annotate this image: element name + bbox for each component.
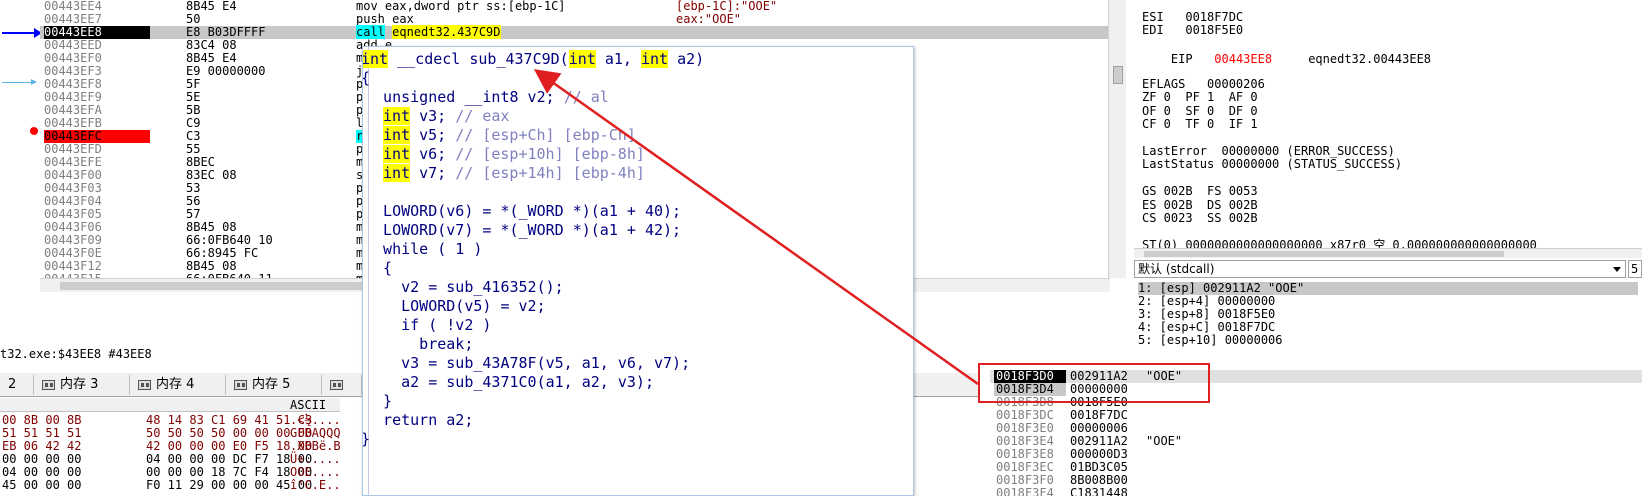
code-line-call-43a78f: v3 = sub_43A78F(v5, a1, v6, v7); [365,354,691,372]
gutter-digit: 6 [362,239,363,254]
tab-label: 2 [8,377,17,392]
register-line[interactable]: OF 0 SF 0 DF 0 [1142,104,1258,118]
decl-v6: int v6; // [esp+10h] [ebp-8h] [383,145,645,163]
dump-ascii: î'C.E... [290,478,340,492]
stack-comment: "OOE" [1146,434,1183,448]
register-line[interactable]: EDI 0018F5E0 [1142,23,1243,37]
decl-v3: int v3; // eax [383,107,510,125]
code-line-break: break; [365,335,474,353]
register-line[interactable]: ZF 0 PF 1 AF 0 [1142,90,1258,104]
disasm-vertical-scrollbar[interactable] [1108,0,1126,278]
register-line[interactable]: LastError 00000000 (ERROR_SUCCESS) [1142,144,1395,158]
gutter-digit: 0 [362,391,363,406]
tab-memory-4[interactable]: 内存 4 [130,375,226,395]
code-line-return: return a2; [365,411,474,429]
code-line-call-416352: v2 = sub_416352(); [365,278,564,296]
function-signature: int __cdecl sub_437C9D(int a1, int a2) [362,50,705,68]
tab-memory-3[interactable]: 内存 3 [34,375,130,395]
breakpoint-dot-icon[interactable] [30,127,38,135]
dump-hexa: 45 00 00 00 [2,478,82,492]
code-line-loword-v6: LOWORD(v6) = *(_WORD *)(a1 + 40); [365,202,682,220]
ascii-column-header: ASCII [290,398,327,412]
annotation-highlight-box [978,363,1210,403]
register-line[interactable]: ESI 0018F7DC [1142,10,1243,24]
code-line-if: if ( !v2 ) [365,316,492,334]
dump-row[interactable]: 45 00 00 00 F0 11 29 00 00 00 45 00 î'C.E.… [0,479,340,492]
open-brace: { [363,68,911,88]
gutter-digit: 8 [362,315,363,330]
decl-v5: int v5; // [esp+Ch] [ebp-Ch] [383,126,636,144]
calling-convention-value: 默认 (stdcall) [1138,262,1215,276]
decl-v7: int v7; // [esp+14h] [ebp-4h] [383,164,645,182]
call-stack-args: 1: [esp] 002911A2 "OOE" 2: [esp+4] 00000… [1134,280,1642,350]
memory-dump-view[interactable]: 00 8B 00 8B 48 14 83 C1 69 41 51 C3 .<½...… [0,398,340,496]
eip-register-row[interactable]: EIP 00443EE8 eqnedt32.00443EE8 [1142,38,1431,80]
tab-label: 内存 4 [156,377,195,392]
memory-icon [138,380,151,390]
gutter-digit: 4 [362,163,363,178]
gutter-digit: 9 [362,353,363,368]
stack-row[interactable]: 0018F3F4 C1831448 [990,487,1642,496]
stack-value: C1831448 [1070,486,1128,496]
code-line-close-brace: } [365,392,393,410]
register-line[interactable]: LastStatus 00000000 (STATUS_SUCCESS) [1142,157,1402,171]
disasm-row[interactable]: 00443EE4 8B45 E4 mov eax,dword ptr ss:[ebp… [40,0,1110,13]
tab-watch[interactable] [322,375,362,395]
stack-arg-5[interactable]: 5: [esp+10] 00000006 [1138,334,1283,347]
calling-convention-select[interactable]: 默认 (stdcall) [1134,260,1626,278]
chevron-down-icon [1613,267,1621,272]
jump-target-arrow-icon [2,79,37,85]
eip-arrow-icon [2,28,42,38]
memory-icon [234,380,247,390]
gutter-digit: 2 [362,87,363,102]
memory-icon [42,380,55,390]
decompiler-popup[interactable]: 1234567890 int __cdecl sub_437C9D(int a1… [362,46,914,496]
code-line-loword-v7: LOWORD(v7) = *(_WORD *)(a1 + 42); [365,221,682,239]
stack-addr: 0018F3F4 [996,486,1054,496]
register-line[interactable]: CF 0 TF 0 IF 1 [1142,117,1258,131]
eip-value[interactable]: 00443EE8 [1214,52,1272,66]
eip-label: EIP [1170,52,1193,66]
decl-v2: unsigned __int8 v2; // al [365,88,609,106]
code-line-open-brace: { [365,259,393,277]
arg-count-spinner[interactable]: 5 [1628,260,1642,278]
code-line-loword-v5: LOWORD(v5) = v2; [365,297,546,315]
tab-dump-2[interactable]: 2 [0,375,34,395]
tab-label: 内存 5 [252,377,291,392]
registers-panel[interactable]: ESI 0018F7DC EDI 0018F5E0 EFLAGS 00000206 Z… [1134,0,1642,250]
dump-header: ASCII [0,398,340,412]
close-brace: } [363,429,911,449]
disasm-comment: eax:"OOE" [676,12,742,26]
tab-label: 内存 3 [60,377,99,392]
register-line[interactable]: GS 002B FS 0053 [1142,184,1258,198]
watch-icon [330,380,343,390]
gutter-digit: 3 [362,125,363,140]
eip-symbol: eqnedt32.00443EE8 [1308,52,1432,66]
code-line-call-4371c0: a2 = sub_4371C0(a1, a2, v3); [365,373,654,391]
branch-gutter [0,0,40,296]
tab-memory-5[interactable]: 内存 5 [226,375,322,395]
register-line[interactable]: CS 0023 SS 002B [1142,211,1258,225]
code-line-while: while ( 1 ) [365,240,483,258]
dump-hexb: F0 11 29 00 00 00 45 00 [146,478,313,492]
gutter-digit: 5 [362,201,363,216]
register-line[interactable]: ES 002B DS 002B [1142,198,1258,212]
registers-horizontal-scrollbar[interactable] [1134,248,1642,258]
gutter-digit: 7 [362,277,363,292]
